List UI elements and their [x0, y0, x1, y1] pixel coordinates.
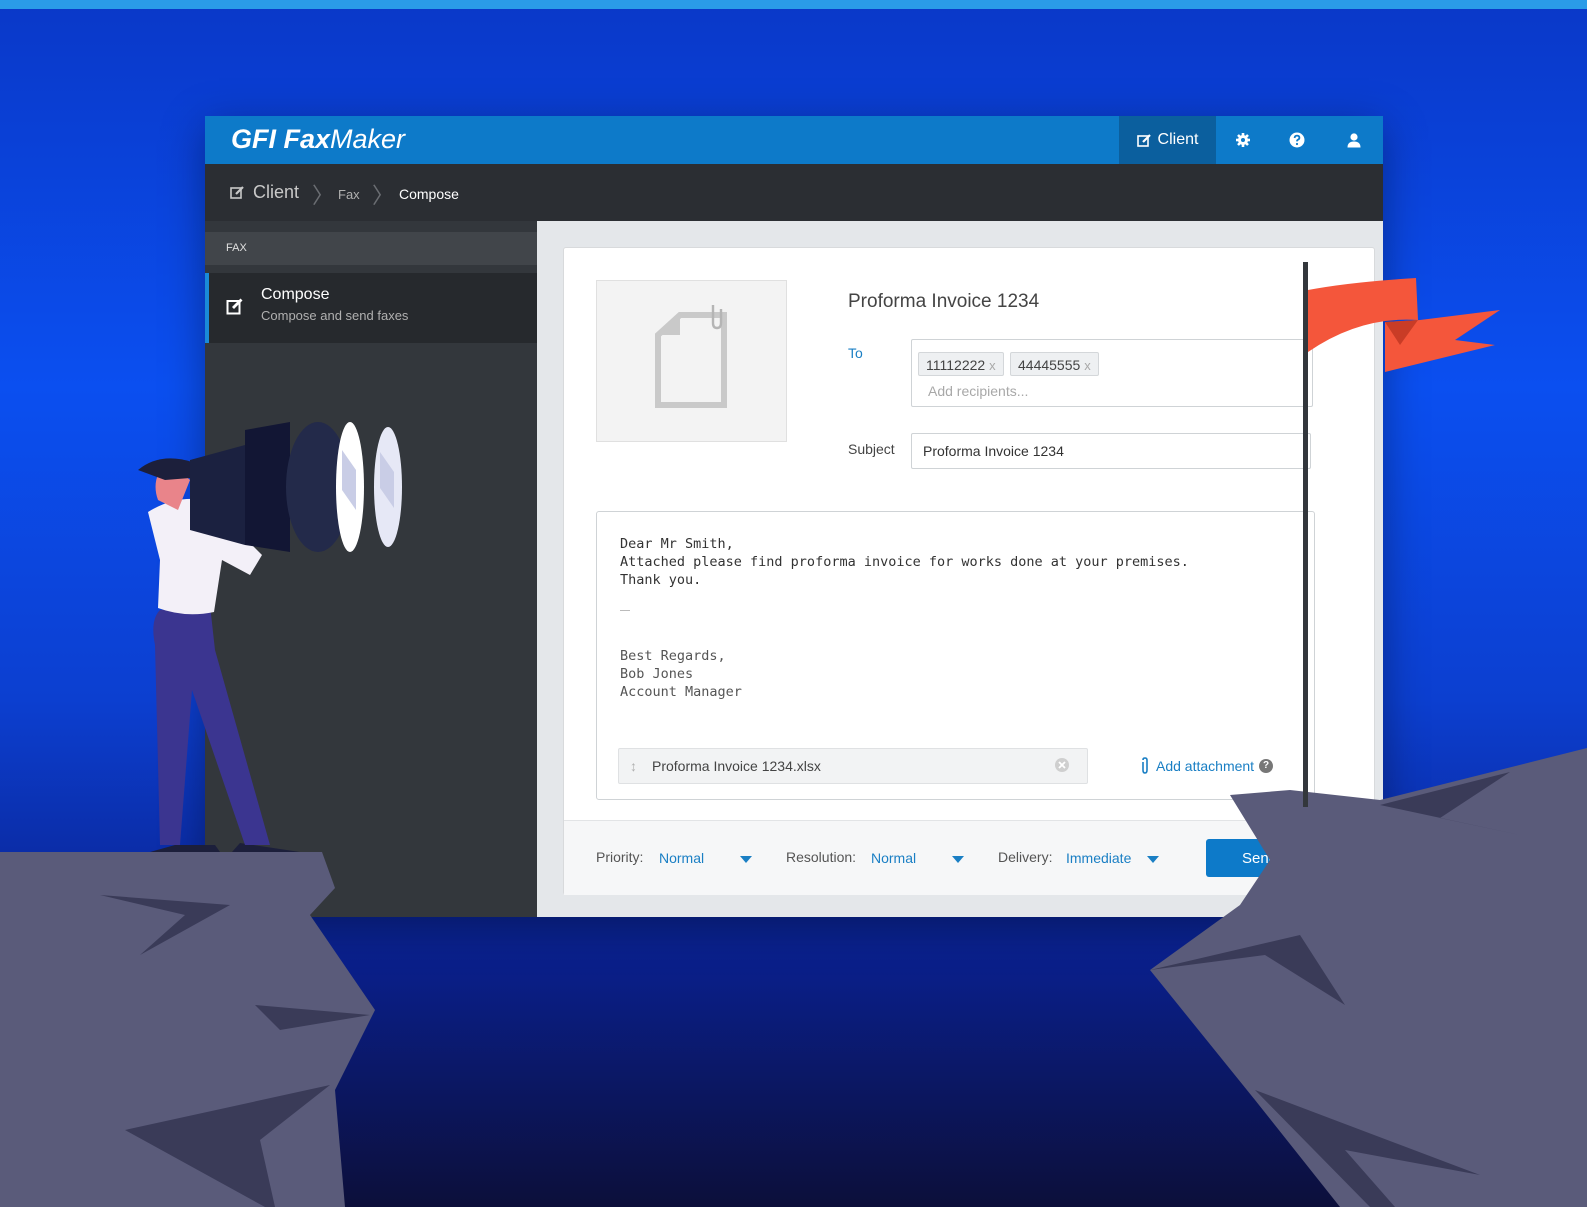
right-cliff-rock [1150, 748, 1587, 1207]
flag-illustration [1303, 262, 1500, 807]
illustration-overlay [0, 262, 1587, 1207]
person-with-binoculars-illustration [138, 422, 402, 852]
left-cliff-rock [0, 852, 375, 1207]
